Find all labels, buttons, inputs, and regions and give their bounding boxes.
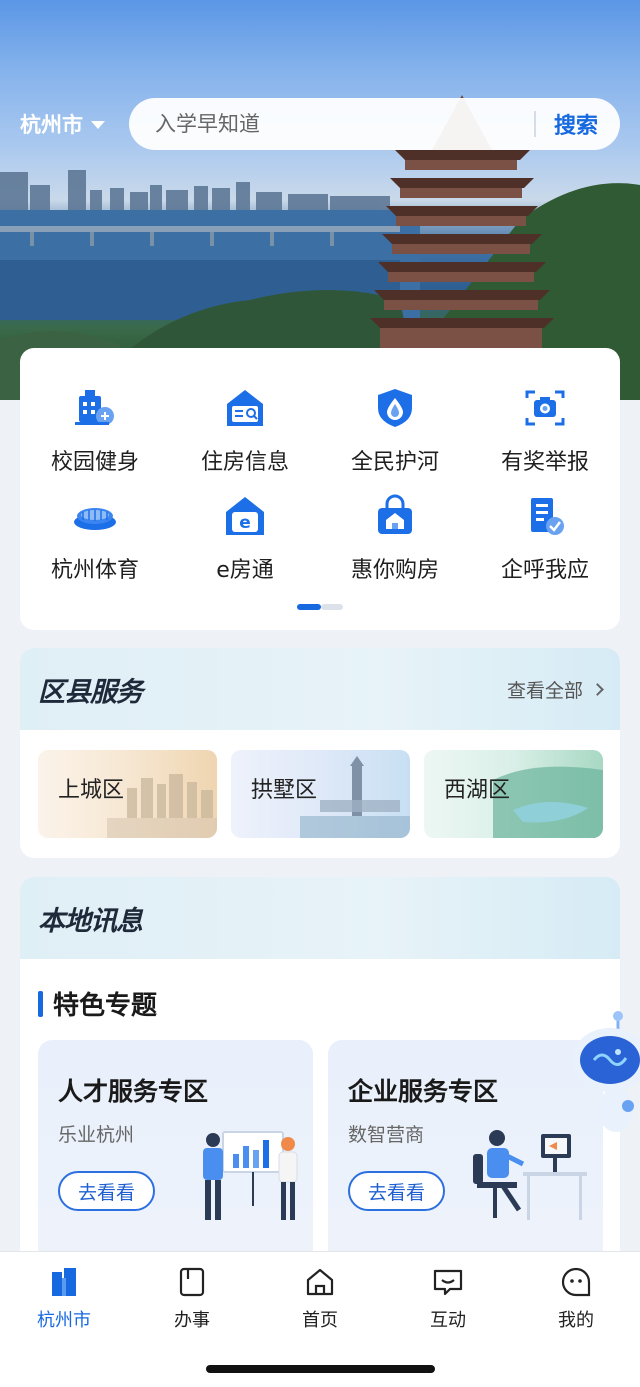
house-purchase-icon bbox=[378, 494, 412, 534]
quick-item-label: e房通 bbox=[216, 558, 274, 583]
quick-item-enterprise-request[interactable]: 企呼我应 bbox=[470, 494, 620, 602]
chat-icon bbox=[433, 1269, 463, 1296]
district-name: 拱墅区 bbox=[251, 778, 318, 803]
quick-item-label: 有奖举报 bbox=[500, 450, 589, 475]
hangzhou-sports-icon bbox=[74, 508, 116, 530]
nav-tab-city[interactable]: 杭州市 bbox=[0, 1266, 128, 1332]
presentation-illustration bbox=[203, 1131, 298, 1220]
quick-item-reward-report[interactable]: 有奖举报 bbox=[470, 386, 620, 494]
search-button[interactable]: 搜索 bbox=[554, 108, 620, 140]
heading-accent-bar bbox=[38, 990, 43, 1017]
search-input[interactable] bbox=[129, 98, 534, 150]
document-icon bbox=[179, 1267, 205, 1297]
nav-tab-home[interactable]: 首页 bbox=[256, 1266, 384, 1332]
quick-item-housing-info[interactable]: 住房信息 bbox=[170, 386, 320, 494]
quick-item-label: 住房信息 bbox=[200, 450, 289, 475]
district-gongshu[interactable]: 拱墅区 bbox=[231, 750, 410, 838]
home-icon bbox=[306, 1268, 334, 1296]
quick-item-label: 企呼我应 bbox=[500, 558, 589, 583]
nav-tab-profile[interactable]: 我的 bbox=[512, 1266, 640, 1332]
go-see-button[interactable]: 去看看 bbox=[58, 1171, 155, 1211]
district-services-header: 区县服务 查看全部 bbox=[20, 648, 620, 730]
nav-label: 互动 bbox=[430, 1310, 466, 1331]
quick-item-hangzhou-sports[interactable]: 杭州体育 bbox=[20, 494, 170, 602]
go-see-button[interactable]: 去看看 bbox=[348, 1171, 445, 1211]
quick-item-house-purchase[interactable]: 惠你购房 bbox=[320, 494, 470, 602]
quick-item-label: 惠你购房 bbox=[350, 558, 439, 583]
topic-title: 企业服务专区 bbox=[348, 1077, 499, 1106]
page-dot-active bbox=[297, 604, 321, 610]
e-house-icon: e bbox=[226, 497, 264, 535]
reward-report-icon bbox=[525, 390, 565, 426]
chevron-right-icon bbox=[591, 683, 604, 696]
home-indicator bbox=[206, 1365, 435, 1373]
page-dot bbox=[321, 604, 343, 610]
quick-services-grid: 校园健身 住房信息 全民护河 有奖举报 杭州体育 e e房通 惠你购房 企呼我应 bbox=[20, 386, 620, 602]
see-all-label: 查看全部 bbox=[506, 680, 583, 702]
city-selector[interactable]: 杭州市 bbox=[20, 108, 105, 140]
quick-item-label: 全民护河 bbox=[350, 450, 439, 475]
city-buildings-icon bbox=[52, 1268, 76, 1296]
nav-tab-interact[interactable]: 互动 bbox=[384, 1266, 512, 1332]
topic-card-talent[interactable]: 人才服务专区 乐业杭州 去看看 bbox=[38, 1040, 313, 1270]
search-box: 搜索 bbox=[129, 98, 620, 150]
bottom-navigation: 杭州市 办事 首页 互动 我的 bbox=[0, 1251, 640, 1387]
bottom-nav-items: 杭州市 办事 首页 互动 我的 bbox=[0, 1266, 640, 1332]
search-divider bbox=[533, 111, 536, 137]
hero-scenery bbox=[0, 95, 640, 400]
district-shangcheng[interactable]: 上城区 bbox=[38, 750, 217, 838]
assistant-robot-icon[interactable] bbox=[566, 1010, 640, 1140]
quick-item-river-protection[interactable]: 全民护河 bbox=[320, 386, 470, 494]
hero-banner: 杭州市 搜索 bbox=[0, 0, 640, 400]
section-title: 本地讯息 bbox=[38, 906, 143, 937]
campus-fitness-icon bbox=[75, 390, 114, 425]
nav-tab-services[interactable]: 办事 bbox=[128, 1266, 256, 1332]
section-title: 区县服务 bbox=[38, 677, 143, 708]
top-bar: 杭州市 搜索 bbox=[0, 96, 640, 152]
district-name: 西湖区 bbox=[444, 778, 511, 803]
river-protection-icon bbox=[378, 389, 412, 427]
quick-item-e-house[interactable]: e e房通 bbox=[170, 494, 320, 602]
nav-label: 杭州市 bbox=[37, 1310, 91, 1331]
see-all-link[interactable]: 查看全部 bbox=[506, 676, 604, 703]
enterprise-request-icon bbox=[531, 498, 564, 535]
city-selector-label: 杭州市 bbox=[20, 113, 83, 137]
quick-item-label: 校园健身 bbox=[50, 450, 139, 475]
profile-icon bbox=[561, 1267, 591, 1297]
nav-label: 我的 bbox=[558, 1310, 594, 1331]
nav-label: 首页 bbox=[302, 1310, 338, 1331]
topic-card-enterprise[interactable]: 企业服务专区 数智营商 去看看 bbox=[328, 1040, 603, 1270]
local-news-card: 本地讯息 特色专题 人才服务专区 乐业杭州 去看看 企业服务专区 数智营商 去看… bbox=[20, 877, 620, 1297]
district-xihu[interactable]: 西湖区 bbox=[424, 750, 603, 838]
page-indicator bbox=[297, 604, 343, 610]
quick-services-card: 校园健身 住房信息 全民护河 有奖举报 杭州体育 e e房通 惠你购房 企呼我应 bbox=[20, 348, 620, 630]
topic-title: 人才服务专区 bbox=[58, 1077, 209, 1106]
housing-info-icon bbox=[227, 390, 263, 426]
svg-text:e: e bbox=[239, 513, 251, 533]
topic-list: 人才服务专区 乐业杭州 去看看 企业服务专区 数智营商 去看看 bbox=[38, 1040, 603, 1270]
district-services-card: 区县服务 查看全部 上城区 拱墅区 西湖区 bbox=[20, 648, 620, 858]
nav-label: 办事 bbox=[174, 1310, 210, 1331]
local-news-header: 本地讯息 bbox=[20, 877, 620, 959]
topic-subtitle: 乐业杭州 bbox=[58, 1124, 135, 1146]
district-name: 上城区 bbox=[58, 778, 125, 803]
topic-subtitle: 数智营商 bbox=[348, 1124, 425, 1146]
quick-item-label: 杭州体育 bbox=[50, 558, 139, 583]
featured-topics-heading: 特色专题 bbox=[38, 985, 157, 1022]
caret-down-icon bbox=[91, 121, 105, 129]
district-list: 上城区 拱墅区 西湖区 bbox=[38, 750, 603, 838]
quick-item-campus-fitness[interactable]: 校园健身 bbox=[20, 386, 170, 494]
featured-topics-label: 特色专题 bbox=[53, 991, 158, 1021]
